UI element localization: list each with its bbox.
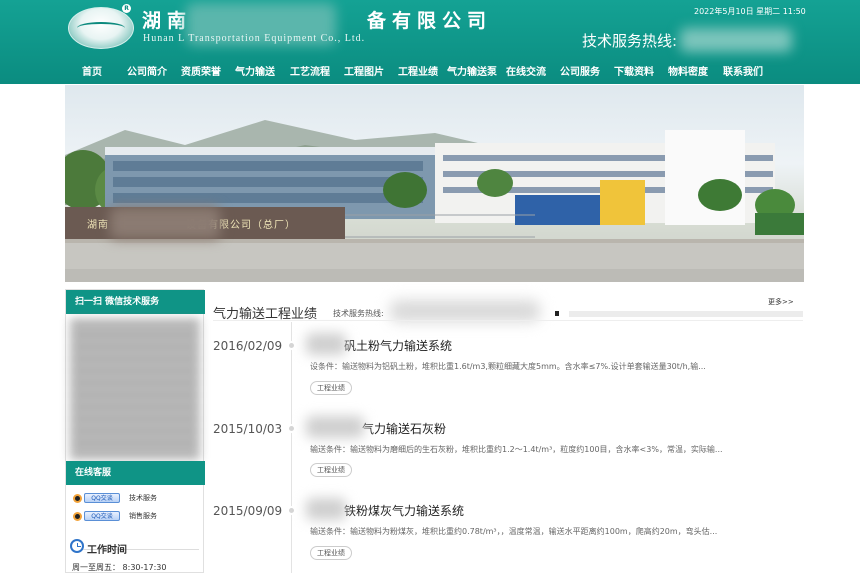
current-datetime: 2022年5月10日 星期二 11:50 (694, 7, 806, 16)
company-name-en: Hunan L Transportation Equipment Co., Lt… (143, 33, 366, 44)
section-hotline-label: 技术服务热线: (333, 309, 384, 318)
left-sidebar: 扫一扫 微信技术服务 在线客服 QQ交谈 技术服务 QQ交谈 销售服务 (65, 289, 205, 573)
service-label: 销售服务 (129, 512, 157, 520)
redacted-title-prefix (306, 498, 346, 520)
factory-photo (65, 120, 804, 282)
nav-item-material-density[interactable]: 物料密度 (668, 63, 708, 78)
slider-indicator (555, 311, 559, 316)
redacted-section-hotline (390, 300, 540, 322)
service-item-sales[interactable]: QQ交谈 销售服务 (73, 511, 157, 521)
nav-item-pneumatic-conveying[interactable]: 气力输送 (235, 63, 275, 78)
entry-title[interactable]: 气力输送石灰粉 (362, 420, 446, 437)
redacted-title-prefix (306, 333, 346, 355)
entry-description: 设条件：输送物料为铝矾土粉，堆积比重1.6t/m3,颗粒细藏大度5mm。含水率≤… (310, 362, 706, 371)
entry-tag[interactable]: 工程业绩 (310, 546, 352, 560)
qq-chat-badge[interactable]: QQ交谈 (84, 511, 120, 521)
worktime-text: 周一至周五： 8:30-17:30 (72, 563, 167, 572)
entry-tag[interactable]: 工程业绩 (310, 381, 352, 395)
factory-banner: 湖南 设备有限公司（总厂） (65, 85, 804, 282)
timeline-dot (287, 506, 296, 515)
nav-item-about[interactable]: 公司简介 (127, 63, 167, 78)
redacted-banner-sign (110, 207, 220, 239)
qq-penguin-icon (73, 511, 82, 521)
entry-title[interactable]: 矾土粉气力输送系统 (344, 337, 452, 354)
nav-item-honors[interactable]: 资质荣誉 (181, 63, 221, 78)
nav-item-conveying-pump[interactable]: 气力输送泵 (447, 63, 497, 78)
registered-mark-icon: R (122, 4, 131, 13)
entry-date: 2015/10/03 (213, 422, 283, 436)
service-item-tech[interactable]: QQ交谈 技术服务 (73, 493, 157, 503)
entry-description: 输送条件：输送物料为粉煤灰，堆积比重约0.78t/m³，，温度常温，输送水平距离… (310, 527, 718, 536)
main-nav: 首页 公司简介 资质荣誉 气力输送 工艺流程 工程图片 工程业绩 气力输送泵 在… (70, 63, 790, 81)
entry-title[interactable]: 铁粉煤灰气力输送系统 (344, 502, 464, 519)
entry-date: 2016/02/09 (213, 339, 283, 353)
section-divider (213, 320, 803, 321)
nav-item-services[interactable]: 公司服务 (560, 63, 600, 78)
entry-date: 2015/09/09 (213, 504, 283, 518)
header-hotline-label: 技术服务热线: (582, 32, 678, 50)
company-logo[interactable] (68, 7, 134, 49)
qq-penguin-icon (73, 493, 82, 503)
nav-item-downloads[interactable]: 下载资料 (614, 63, 654, 78)
online-service-title: 在线客服 (66, 461, 205, 485)
nav-item-home[interactable]: 首页 (82, 63, 102, 78)
service-label: 技术服务 (129, 494, 157, 502)
nav-item-project-images[interactable]: 工程图片 (344, 63, 384, 78)
nav-item-contact[interactable]: 联系我们 (723, 63, 763, 78)
clock-icon (70, 539, 84, 553)
redacted-title-prefix (306, 416, 364, 438)
nav-item-online-chat[interactable]: 在线交流 (506, 63, 546, 78)
worktime-title: 工作时间 (87, 545, 127, 556)
nav-item-process[interactable]: 工艺流程 (290, 63, 330, 78)
wechat-qr-code (70, 320, 200, 458)
timeline-dot (287, 341, 296, 350)
entry-description: 输送条件：输送物料为磨细后的生石灰粉，堆积比重约1.2～1.4t/m³，粒度约1… (310, 445, 723, 454)
timeline-dot (287, 424, 296, 433)
site-header: R 湖南 备有限公司 Hunan L Transportation Equipm… (0, 0, 860, 84)
redacted-hotline-number (680, 28, 792, 52)
more-link[interactable]: 更多>> (768, 297, 794, 307)
entry-tag[interactable]: 工程业绩 (310, 463, 352, 477)
qq-chat-badge[interactable]: QQ交谈 (84, 493, 120, 503)
qr-section-title: 扫一扫 微信技术服务 (66, 290, 205, 314)
nav-item-projects[interactable]: 工程业绩 (398, 63, 438, 78)
header-bar (569, 311, 803, 317)
timeline-line (291, 322, 292, 573)
